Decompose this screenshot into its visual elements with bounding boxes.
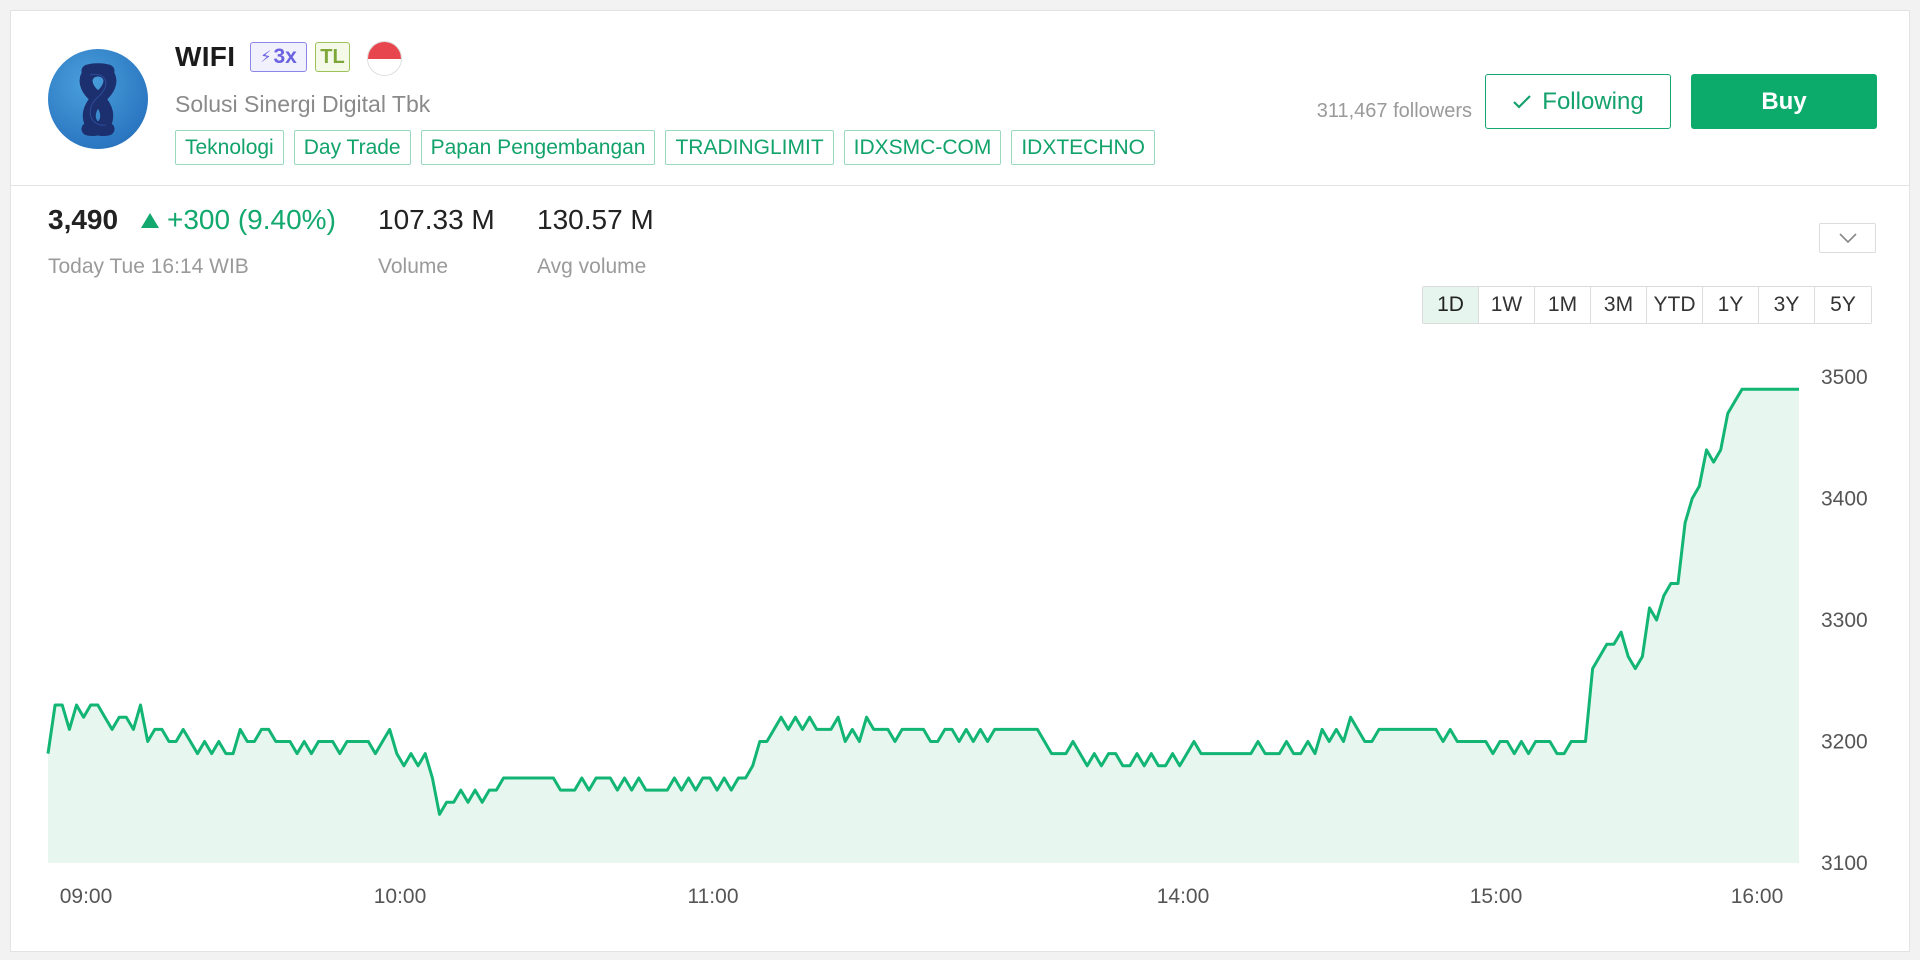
x-tick-label: 15:00 xyxy=(1470,885,1523,908)
price-area xyxy=(48,389,1799,863)
y-tick-label: 3500 xyxy=(1821,366,1868,389)
x-tick-label: 10:00 xyxy=(374,885,427,908)
y-tick-label: 3400 xyxy=(1821,488,1868,511)
y-tick-label: 3100 xyxy=(1821,852,1868,875)
y-tick-label: 3200 xyxy=(1821,731,1868,754)
x-tick-label: 09:00 xyxy=(60,885,113,908)
stock-card: WIFI ⚡ 3x TL Solusi Sinergi Digital Tbk … xyxy=(10,10,1910,952)
x-tick-label: 16:00 xyxy=(1731,885,1784,908)
price-chart[interactable]: 3500 3400 3300 3200 3100 09:00 10:00 11:00 14:00… xyxy=(11,11,1909,951)
x-tick-label: 11:00 xyxy=(688,885,739,908)
x-tick-label: 14:00 xyxy=(1157,885,1210,908)
y-tick-label: 3300 xyxy=(1821,609,1868,632)
